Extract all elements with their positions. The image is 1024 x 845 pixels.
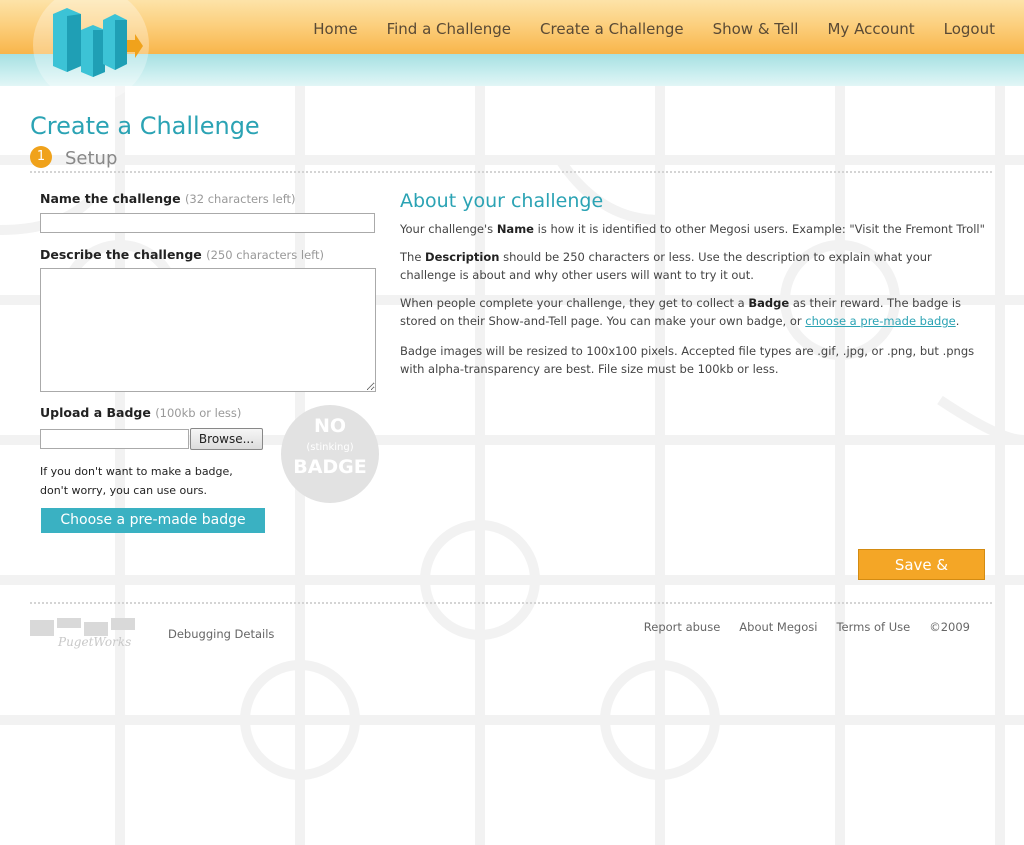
about-p3-text-d: . (955, 314, 960, 328)
no-badge-line3: BADGE (293, 456, 367, 478)
about-name-paragraph: Your challenge's Name is how it is ident… (400, 220, 985, 238)
challenge-description-textarea[interactable] (40, 268, 376, 392)
main-nav: Home Find a Challenge Create a Challenge… (313, 20, 1024, 38)
about-p2-text-a: The (400, 250, 426, 264)
about-p2-bold: Description (425, 250, 500, 264)
name-label-text: Name the challenge (40, 191, 181, 206)
nav-home[interactable]: Home (313, 20, 357, 38)
about-p1-text-a: Your challenge's (400, 222, 497, 236)
footer-links: Report abuse About Megosi Terms of Use ©… (625, 620, 970, 634)
step-number-badge: 1 (30, 146, 52, 168)
no-badge-placeholder-image: NO (stinking) BADGE (281, 405, 379, 503)
about-p3-text-a: When people complete your challenge, the… (400, 296, 749, 310)
name-label: Name the challenge (32 characters left) (40, 191, 296, 206)
divider-bottom (30, 602, 992, 604)
describe-char-count: (250 characters left) (206, 248, 325, 262)
save-continue-button[interactable]: Save & Continue (858, 549, 985, 605)
no-badge-line2: (stinking) (306, 442, 354, 453)
choose-premade-badge-link[interactable]: choose a pre-made badge (805, 314, 955, 328)
badge-note: If you don't want to make a badge, don't… (40, 465, 233, 497)
divider-top (30, 171, 992, 173)
challenge-name-input[interactable] (40, 213, 375, 233)
main-content: Create a Challenge 1 Setup Name the chal… (0, 0, 1024, 845)
about-p1-bold: Name (496, 222, 534, 236)
badge-file-path-field[interactable] (40, 429, 189, 449)
about-p1-text-c: is how it is identified to other Megosi … (533, 222, 985, 236)
upload-label-text: Upload a Badge (40, 405, 151, 420)
no-badge-line1: NO (313, 415, 347, 437)
pugetworks-logo-text: PugetWorks (57, 635, 131, 649)
nav-find-challenge[interactable]: Find a Challenge (387, 20, 511, 38)
nav-my-account[interactable]: My Account (827, 20, 914, 38)
report-abuse-link[interactable]: Report abuse (644, 620, 720, 634)
choose-premade-badge-button[interactable]: Choose a pre-made badge (41, 508, 265, 533)
about-description-paragraph: The Description should be 250 characters… (400, 248, 985, 284)
pugetworks-logo[interactable]: PugetWorks (30, 616, 150, 650)
nav-show-tell[interactable]: Show & Tell (713, 20, 799, 38)
nav-logout[interactable]: Logout (944, 20, 995, 38)
debugging-details-link[interactable]: Debugging Details (168, 627, 274, 641)
about-megosi-link[interactable]: About Megosi (739, 620, 817, 634)
step-label: Setup (65, 148, 118, 169)
browse-button[interactable]: Browse... (190, 428, 263, 450)
name-char-count: (32 characters left) (184, 192, 296, 206)
nav-create-challenge[interactable]: Create a Challenge (540, 20, 684, 38)
describe-label-text: Describe the challenge (40, 247, 202, 262)
page-title: Create a Challenge (30, 112, 260, 140)
upload-label: Upload a Badge (100kb or less) (40, 405, 241, 420)
upload-size-hint: (100kb or less) (155, 406, 242, 420)
describe-label: Describe the challenge (250 characters l… (40, 247, 324, 262)
about-p3-bold: Badge (748, 296, 790, 310)
about-badge-paragraph: When people complete your challenge, the… (400, 294, 985, 330)
about-title: About your challenge (400, 190, 604, 212)
about-image-paragraph: Badge images will be resized to 100x100 … (400, 344, 975, 376)
terms-of-use-link[interactable]: Terms of Use (836, 620, 910, 634)
copyright: ©2009 (929, 620, 970, 634)
